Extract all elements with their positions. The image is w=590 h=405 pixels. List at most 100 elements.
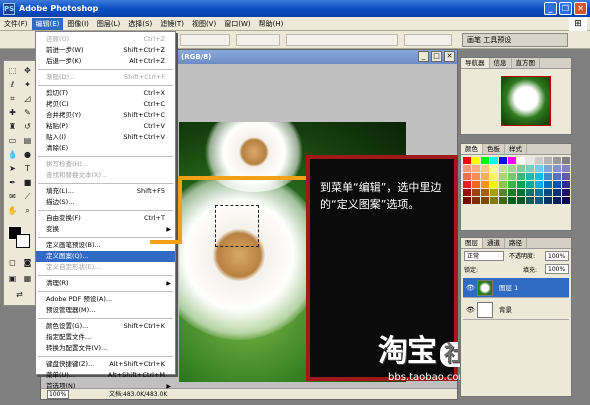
menu-5[interactable]: 滤镜(T) xyxy=(156,18,188,30)
imageready-icon[interactable]: ⇄ xyxy=(13,289,26,301)
edit-menu-item[interactable]: 预设管理器(M)... xyxy=(36,305,175,316)
color-swatch[interactable] xyxy=(544,165,552,172)
edit-menu-item[interactable]: 转换为配置文件(V)... xyxy=(36,343,175,354)
shape-tool-icon[interactable]: ■ xyxy=(21,177,34,189)
color-swatch[interactable] xyxy=(544,189,552,196)
color-swatch[interactable] xyxy=(490,189,498,196)
auto-select-group[interactable] xyxy=(404,34,452,46)
color-swatch[interactable] xyxy=(463,173,471,180)
color-swatch[interactable] xyxy=(517,181,525,188)
color-swatch[interactable] xyxy=(544,181,552,188)
quick-mask-icon[interactable]: ◙ xyxy=(21,257,34,269)
move-tool-icon[interactable]: ✥ xyxy=(21,65,34,77)
edit-menu-item[interactable]: 贴入(I) Shift+Ctrl+V xyxy=(36,132,175,143)
dodge-tool-icon[interactable]: ● xyxy=(21,149,34,161)
color-swatch[interactable] xyxy=(481,189,489,196)
color-swatch[interactable] xyxy=(490,173,498,180)
edit-menu-item[interactable]: 剪切(T) Ctrl+X xyxy=(36,88,175,99)
color-swatch[interactable] xyxy=(463,181,471,188)
color-swatch[interactable] xyxy=(544,197,552,204)
edit-menu-item[interactable]: 菜单(U)... Alt+Shift+Ctrl+M xyxy=(36,370,175,381)
opacity-field[interactable]: 100% xyxy=(545,251,569,261)
edit-menu-item[interactable]: 颜色设置(G)... Shift+Ctrl+K xyxy=(36,321,175,332)
edit-menu-item[interactable]: 清理(R) ▶ xyxy=(36,278,175,289)
color-swatch[interactable] xyxy=(499,173,507,180)
color-swatch[interactable] xyxy=(481,165,489,172)
edit-menu-item[interactable]: 指定配置文件... xyxy=(36,332,175,343)
background-color-swatch[interactable] xyxy=(16,234,30,248)
screen-mode-icon[interactable]: ▣ xyxy=(6,273,19,285)
color-swatch[interactable] xyxy=(553,165,561,172)
color-swatch[interactable] xyxy=(499,181,507,188)
color-swatch[interactable] xyxy=(517,165,525,172)
blend-mode-select[interactable]: 正常 xyxy=(464,251,504,261)
color-swatch[interactable] xyxy=(508,173,516,180)
history-brush-icon[interactable]: ↺ xyxy=(21,121,34,133)
edit-menu-item[interactable]: 拷贝(C) Ctrl+C xyxy=(36,99,175,110)
color-swatch[interactable] xyxy=(472,189,480,196)
menu-0[interactable]: 文件(F) xyxy=(0,18,32,30)
color-swatch[interactable] xyxy=(535,165,543,172)
color-swatch[interactable] xyxy=(544,173,552,180)
visibility-eye-icon[interactable]: 👁 xyxy=(466,278,475,298)
navigator-tab-2[interactable]: 直方图 xyxy=(512,58,540,68)
color-swatch[interactable] xyxy=(517,197,525,204)
edit-menu-item[interactable]: 自由变换(F) Ctrl+T xyxy=(36,213,175,224)
layers-tab-0[interactable]: 图层 xyxy=(461,238,483,248)
fill-field[interactable]: 100% xyxy=(545,264,569,274)
swatch-grid[interactable] xyxy=(463,157,570,204)
color-swatch[interactable] xyxy=(490,181,498,188)
color-tab-2[interactable]: 样式 xyxy=(505,144,527,154)
color-swatch[interactable] xyxy=(508,197,516,204)
restore-icon[interactable]: ❐ xyxy=(559,2,572,15)
color-swatch[interactable] xyxy=(553,197,561,204)
color-swatch[interactable] xyxy=(517,157,525,164)
color-swatch[interactable] xyxy=(562,189,570,196)
color-swatch[interactable] xyxy=(526,197,534,204)
marquee-tool-icon[interactable]: ⬚ xyxy=(6,65,19,77)
menu-7[interactable]: 窗口(W) xyxy=(220,18,254,30)
menu-3[interactable]: 图层(L) xyxy=(93,18,124,30)
color-swatch[interactable] xyxy=(508,189,516,196)
color-swatch[interactable] xyxy=(499,157,507,164)
color-swatch[interactable] xyxy=(562,197,570,204)
path-select-icon[interactable]: ➤ xyxy=(6,163,19,175)
brush-tool-icon[interactable]: ✎ xyxy=(21,107,34,119)
color-swatch[interactable] xyxy=(490,157,498,164)
blur-tool-icon[interactable]: 💧 xyxy=(6,149,19,161)
doc-maximize-icon[interactable]: □ xyxy=(431,51,442,62)
navigator-thumbnail[interactable] xyxy=(501,76,551,126)
eyedropper-icon[interactable]: ⟋ xyxy=(21,191,34,203)
color-swatch[interactable] xyxy=(472,157,480,164)
zoom-tool-icon[interactable]: ⌕ xyxy=(21,205,34,217)
color-swatch[interactable] xyxy=(508,157,516,164)
doc-close-icon[interactable]: ✕ xyxy=(444,51,455,62)
hand-tool-icon[interactable]: ✋ xyxy=(6,205,19,217)
minimize-icon[interactable]: _ xyxy=(544,2,557,15)
selection-marquee[interactable] xyxy=(215,205,259,247)
color-swatch[interactable] xyxy=(553,173,561,180)
pen-tool-icon[interactable]: ✒ xyxy=(6,177,19,189)
color-swatch[interactable] xyxy=(553,181,561,188)
layer-row[interactable]: 👁 图层 1 xyxy=(463,278,569,298)
distribute-buttons-group[interactable] xyxy=(236,34,280,46)
navigator-tab-0[interactable]: 导航器 xyxy=(461,58,490,68)
align-buttons-group[interactable] xyxy=(180,34,230,46)
menu-8[interactable]: 帮助(H) xyxy=(255,18,288,30)
slice-tool-icon[interactable]: ◿ xyxy=(21,93,34,105)
brush-presets-tab[interactable]: 画笔 工具预设 xyxy=(462,33,568,47)
color-swatch[interactable] xyxy=(490,197,498,204)
layers-tab-2[interactable]: 路径 xyxy=(505,238,527,248)
stamp-tool-icon[interactable]: ♜ xyxy=(6,121,19,133)
color-swatch[interactable] xyxy=(544,157,552,164)
edit-menu-item[interactable]: 前进一步(W) Shift+Ctrl+Z xyxy=(36,45,175,56)
edit-menu-item[interactable]: Adobe PDF 预设(A)... xyxy=(36,294,175,305)
standard-mode-icon[interactable]: ◻ xyxy=(6,257,19,269)
crop-tool-icon[interactable]: ⌗ xyxy=(6,93,19,105)
edit-menu-item[interactable]: 填充(L)... Shift+F5 xyxy=(36,186,175,197)
edit-menu-item[interactable]: 描边(S)... xyxy=(36,197,175,208)
lasso-tool-icon[interactable]: ℓ xyxy=(6,79,19,91)
color-tab-0[interactable]: 颜色 xyxy=(461,144,483,154)
color-swatch[interactable] xyxy=(535,173,543,180)
color-swatch[interactable] xyxy=(472,173,480,180)
